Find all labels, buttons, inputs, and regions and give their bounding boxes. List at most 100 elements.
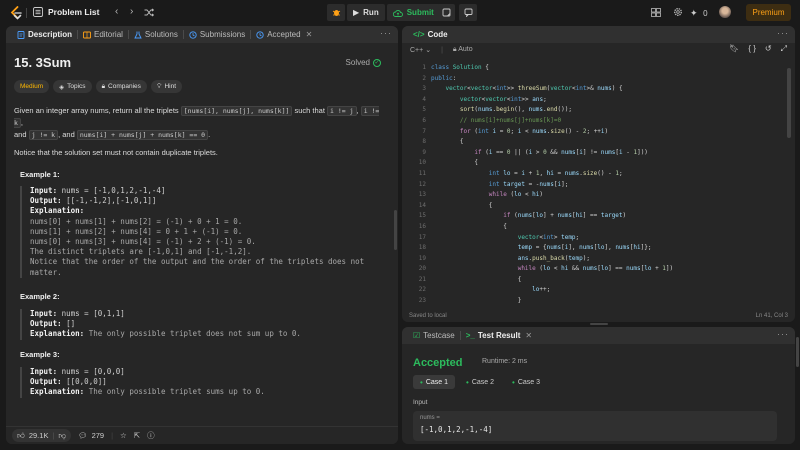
line-number: 6 <box>422 116 426 124</box>
notes-button[interactable] <box>437 4 455 21</box>
top-bar: Problem List ‹ › ▶ Run Submit ✦ 0 Premiu… <box>0 0 800 25</box>
tab-code[interactable]: </> Code <box>408 26 453 43</box>
language-select[interactable]: C++ ⌄ <box>410 46 431 54</box>
discuss-button[interactable] <box>459 4 477 21</box>
more-options-icon[interactable]: ··· <box>777 329 789 339</box>
thumbs-down-icon[interactable]: 👎︎ <box>58 431 66 441</box>
problem-list-link[interactable]: Problem List <box>48 7 99 17</box>
problem-tags: Medium ◈ Topics 🔒︎ Companies 💡︎ Hint <box>14 80 390 93</box>
input-value-box: nums = [-1,0,1,2,-1,-4] <box>413 411 777 441</box>
case-tab-3[interactable]: • Case 3 <box>505 375 547 389</box>
example-title: Example 3: <box>20 350 60 359</box>
bug-icon <box>332 10 340 16</box>
lock-icon: 🔒︎ <box>101 82 106 90</box>
check-circle-icon: ✓ <box>373 58 381 67</box>
premium-button[interactable]: Premium <box>746 4 791 21</box>
tab-accepted[interactable]: Accepted ✕ <box>251 26 317 43</box>
line-number: 16 <box>418 222 426 230</box>
flask-icon <box>134 31 142 38</box>
tab-submissions[interactable]: Submissions <box>184 26 250 43</box>
comments-button[interactable]: 💬︎ 279 <box>78 431 104 440</box>
example-block: Input: nums = [-1,0,1,2,-1,-4] Output: [… <box>20 186 364 278</box>
run-button[interactable]: ▶ Run <box>347 4 385 21</box>
topics-tag[interactable]: ◈ Topics <box>53 80 92 93</box>
line-number: 19 <box>418 254 426 262</box>
layout-grid-icon[interactable] <box>651 8 661 17</box>
line-number: 3 <box>422 85 426 93</box>
line-number: 2 <box>422 74 426 82</box>
cloud-upload-icon <box>392 9 403 17</box>
line-number: 18 <box>418 244 426 252</box>
solved-status: Solved ✓ <box>345 58 381 67</box>
example-title: Example 2: <box>20 292 60 301</box>
format-braces-icon[interactable]: { } <box>748 44 756 54</box>
history-icon <box>256 30 264 39</box>
line-number: 14 <box>418 201 426 209</box>
fire-icon: ✦ <box>690 8 698 18</box>
next-problem-chevron-right-icon[interactable]: › <box>130 6 133 18</box>
tab-test-result[interactable]: >_ Test Result ✕ <box>461 327 537 344</box>
debug-button[interactable] <box>327 4 345 21</box>
input-label: Input <box>413 399 428 406</box>
tab-testcase[interactable]: ☑ Testcase <box>408 327 460 344</box>
test-panel-scrollbar[interactable] <box>796 337 799 367</box>
line-number: 10 <box>418 159 426 167</box>
close-tab-icon[interactable]: ✕ <box>525 331 532 340</box>
close-tab-icon[interactable]: ✕ <box>306 30 313 39</box>
code-toolbar: C++ ⌄ | 🔒︎ Auto 🔖︎ { } ↺ ⤢ <box>410 44 787 54</box>
leetcode-logo-icon[interactable] <box>9 6 23 20</box>
problem-note: Notice that the solution set must not co… <box>14 148 218 157</box>
hint-tag[interactable]: 💡︎ Hint <box>150 80 183 93</box>
case-tab-1[interactable]: • Case 1 <box>413 375 455 389</box>
case-tab-2[interactable]: • Case 2 <box>459 375 501 389</box>
code-content[interactable]: class Solution { public: vector<vector<i… <box>431 63 673 308</box>
reset-icon[interactable]: ↺ <box>765 44 772 54</box>
comment-icon: 💬︎ <box>78 431 88 440</box>
companies-tag[interactable]: 🔒︎ Companies <box>95 80 147 93</box>
editor-status-bar: Saved to local Ln 41, Col 3 <box>409 313 788 319</box>
line-number: 17 <box>418 233 426 241</box>
fullscreen-icon[interactable]: ⤢ <box>781 44 787 54</box>
random-shuffle-icon[interactable] <box>144 8 154 17</box>
tab-solutions[interactable]: Solutions <box>129 26 183 43</box>
horizontal-splitter-handle[interactable] <box>590 323 608 325</box>
line-number: 8 <box>422 138 426 146</box>
like-button[interactable]: 👍︎ 29.1K | 👎︎ <box>12 429 72 442</box>
terminal-icon: >_ <box>465 331 475 340</box>
line-number: 22 <box>418 286 426 294</box>
streak-counter[interactable]: ✦ 0 <box>690 7 708 20</box>
test-panel-tabs: ☑ Testcase >_ Test Result ✕ ··· <box>402 327 795 344</box>
line-number: 23 <box>418 297 426 305</box>
vertical-splitter-handle[interactable] <box>394 210 397 250</box>
help-icon[interactable]: ⓘ <box>147 430 155 441</box>
runtime-label: Runtime: 2 ms <box>482 358 528 365</box>
line-number: 7 <box>422 127 426 135</box>
more-options-icon[interactable]: ··· <box>777 28 789 38</box>
star-icon[interactable]: ☆ <box>120 431 127 440</box>
tab-editorial[interactable]: Editorial <box>78 26 128 43</box>
problem-title: 15. 3Sum <box>14 55 72 70</box>
share-icon[interactable]: ⇱ <box>134 431 140 440</box>
line-numbers: 1 2 3 4 5 6 7 8 9 10 11 12 13 14 15 16 17 18 19 20 21 22 23 <box>402 63 426 307</box>
settings-gear-icon[interactable] <box>673 7 683 17</box>
tag-icon: ◈ <box>59 83 65 91</box>
lightbulb-icon: 💡︎ <box>156 82 162 90</box>
problem-list-icon[interactable] <box>33 7 43 17</box>
auto-mode-toggle[interactable]: 🔒︎ Auto <box>453 46 473 54</box>
user-avatar[interactable] <box>719 6 731 18</box>
code-editor[interactable]: 1 2 3 4 5 6 7 8 9 10 11 12 13 14 15 16 17 18 19 20 21 22 23 cl… <box>402 63 795 308</box>
editor-scrollbar[interactable] <box>787 68 791 138</box>
code-brackets-icon: </> <box>413 30 425 39</box>
divider <box>26 8 27 18</box>
bookmark-icon[interactable]: 🔖︎ <box>729 44 739 54</box>
submit-button[interactable]: Submit <box>386 4 440 21</box>
thumbs-up-icon: 👍︎ <box>17 430 25 440</box>
code-panel-header: </> Code ··· <box>402 26 795 43</box>
more-options-icon[interactable]: ··· <box>380 28 392 38</box>
difficulty-badge: Medium <box>14 80 50 93</box>
prev-problem-chevron-left-icon[interactable]: ‹ <box>115 6 118 18</box>
tab-description[interactable]: Description <box>12 26 77 43</box>
chevron-down-icon: ⌄ <box>425 47 432 54</box>
pass-dot-icon: • <box>420 377 423 387</box>
description-footer: 👍︎ 29.1K | 👎︎ 💬︎ 279 | ☆ ⇱ ⓘ <box>6 426 398 444</box>
